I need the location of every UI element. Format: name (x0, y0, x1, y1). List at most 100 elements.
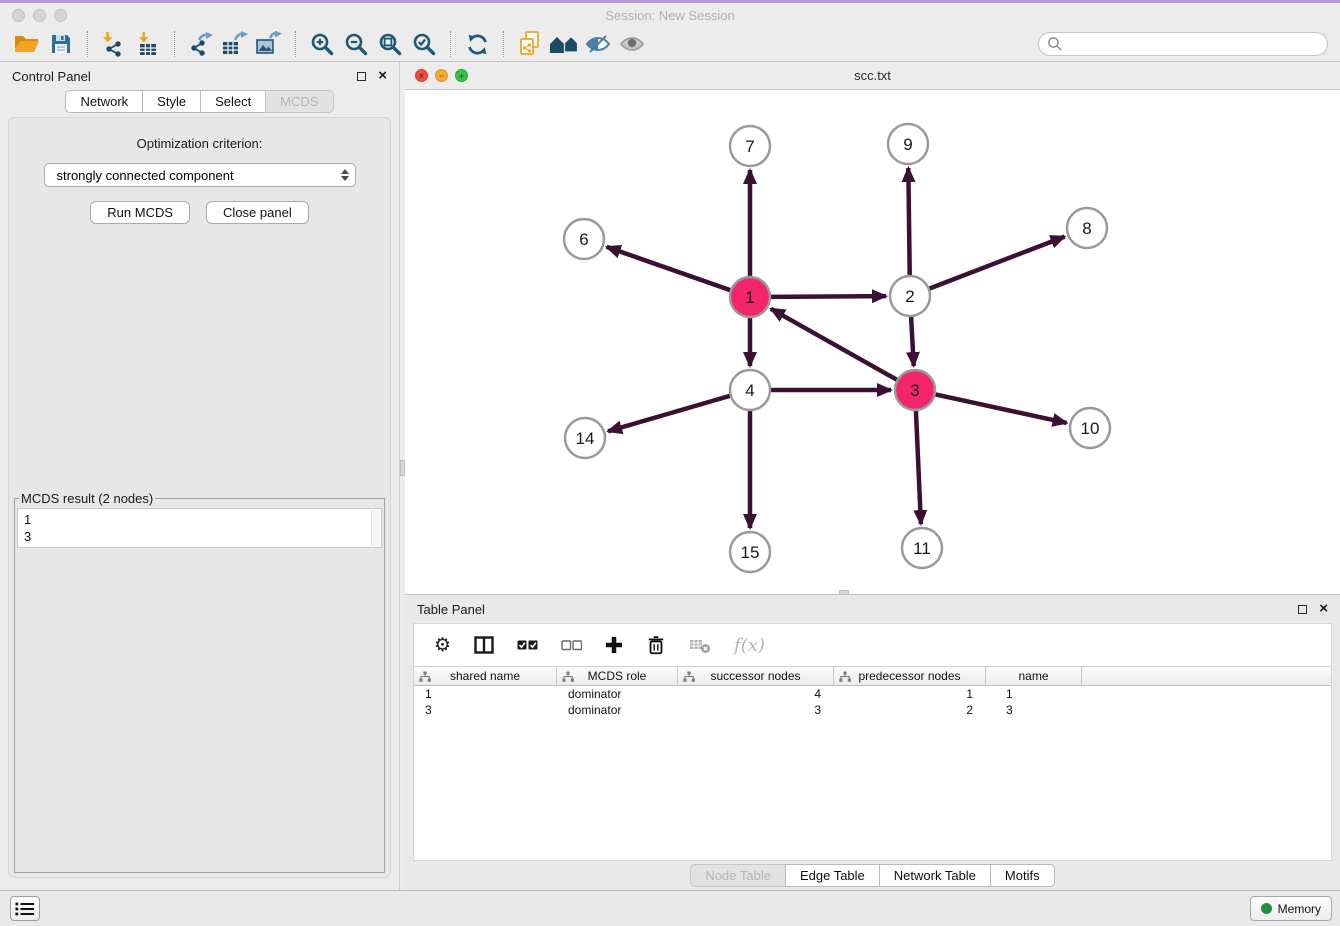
application-window: Session: New Session (0, 0, 1340, 926)
graph-node-11[interactable]: 11 (902, 528, 942, 568)
table-row[interactable]: 3dominator323 (414, 702, 1331, 718)
table-row[interactable]: 1dominator411 (414, 686, 1331, 702)
column-header-name[interactable]: name (986, 667, 1082, 685)
graph-node-2[interactable]: 2 (890, 276, 930, 316)
close-window-button[interactable] (12, 9, 25, 22)
graph-node-7[interactable]: 7 (730, 126, 770, 166)
control-panel-tabs: NetworkStyleSelectMCDS (0, 90, 399, 113)
mcds-result-box[interactable]: 1 3 (17, 508, 382, 548)
table-cell: 3 (986, 702, 1082, 718)
show-columns-button[interactable] (474, 636, 494, 654)
close-panel-button[interactable]: Close panel (206, 201, 309, 224)
select-all-button[interactable] (517, 638, 538, 652)
minimize-window-button[interactable] (33, 9, 46, 22)
graph-node-3[interactable]: 3 (895, 370, 935, 410)
graph-edge-3-1[interactable] (771, 309, 897, 380)
graph-edge-2-8[interactable] (930, 237, 1065, 289)
status-bar: Memory (0, 890, 1340, 926)
graph-node-1[interactable]: 1 (730, 277, 770, 317)
network-file-manager-button[interactable] (513, 29, 547, 59)
export-network-button[interactable] (184, 29, 218, 59)
export-table-button[interactable] (218, 29, 252, 59)
delete-column-button[interactable] (646, 635, 666, 656)
tab-mcds[interactable]: MCDS (265, 90, 333, 113)
task-history-button[interactable] (10, 896, 40, 921)
column-header-predecessor-nodes[interactable]: predecessor nodes (834, 667, 986, 685)
graph-edge-2-9[interactable] (908, 168, 909, 275)
eye-icon (619, 32, 645, 56)
graph-edge-3-10[interactable] (936, 394, 1067, 422)
function-builder-button[interactable]: f(x) (734, 635, 765, 656)
table-toolbar: ⚙ (414, 624, 1331, 666)
import-table-button[interactable] (131, 29, 165, 59)
network-graph: 1 2 3 4 6 7 8 9 10 11 14 15 (405, 90, 1340, 594)
deselect-all-button[interactable] (561, 638, 582, 652)
column-header-shared-name[interactable]: shared name (414, 667, 557, 685)
network-minimize-button[interactable]: − (435, 69, 448, 82)
svg-text:11: 11 (913, 539, 931, 558)
add-column-button[interactable] (605, 636, 623, 654)
delete-table-button[interactable] (689, 636, 711, 654)
save-session-button[interactable] (44, 29, 78, 59)
table-settings-button[interactable]: ⚙ (434, 636, 451, 655)
window-title: Session: New Session (0, 8, 1340, 23)
column-header-successor-nodes[interactable]: successor nodes (678, 667, 834, 685)
column-type-icon (562, 671, 574, 683)
graph-edge-1-2[interactable] (771, 296, 886, 297)
checked-boxes-icon (517, 638, 538, 652)
mcds-panel: Optimization criterion: strongly connect… (8, 117, 391, 878)
delete-table-icon (689, 636, 711, 654)
toolbar-separator (450, 31, 451, 57)
show-panel-button[interactable] (615, 29, 649, 59)
memory-button[interactable]: Memory (1250, 896, 1332, 921)
float-table-panel-icon[interactable] (1298, 605, 1307, 614)
tab-select[interactable]: Select (200, 90, 266, 113)
column-header-mcds-role[interactable]: MCDS role (557, 667, 678, 685)
table-tab-motifs[interactable]: Motifs (990, 864, 1055, 887)
table-header-row: shared nameMCDS rolesuccessor nodesprede… (414, 666, 1331, 686)
zoom-fit-button[interactable] (373, 29, 407, 59)
table-tab-node-table[interactable]: Node Table (690, 864, 786, 887)
criterion-dropdown[interactable]: strongly connected component (44, 163, 356, 187)
tab-style[interactable]: Style (142, 90, 201, 113)
close-panel-icon[interactable]: × (378, 71, 387, 81)
open-session-button[interactable] (10, 29, 44, 59)
svg-text:15: 15 (741, 543, 760, 562)
tab-network[interactable]: Network (65, 90, 143, 113)
import-network-button[interactable] (97, 29, 131, 59)
graph-edge-1-6[interactable] (607, 247, 731, 290)
table-tab-network-table[interactable]: Network Table (879, 864, 991, 887)
float-panel-icon[interactable] (357, 72, 366, 81)
right-area: × − + scc.txt 1234678910111415 Table Pan… (405, 62, 1340, 890)
export-image-button[interactable] (252, 29, 286, 59)
maximize-window-button[interactable] (54, 9, 67, 22)
graph-node-14[interactable]: 14 (565, 418, 605, 458)
zoom-out-button[interactable] (339, 29, 373, 59)
graph-edge-2-3[interactable] (911, 317, 914, 366)
graph-node-10[interactable]: 10 (1070, 408, 1110, 448)
search-input[interactable] (1038, 32, 1328, 56)
network-close-button[interactable]: × (415, 69, 428, 82)
refresh-view-button[interactable] (460, 29, 494, 59)
network-maximize-button[interactable]: + (455, 69, 468, 82)
svg-text:4: 4 (745, 381, 754, 400)
zoom-in-button[interactable] (305, 29, 339, 59)
close-table-panel-icon[interactable]: × (1319, 604, 1328, 614)
graph-node-9[interactable]: 9 (888, 124, 928, 164)
graph-edge-4-14[interactable] (608, 396, 730, 431)
graph-edge-3-11[interactable] (916, 411, 921, 524)
hide-panel-button[interactable] (581, 29, 615, 59)
table-cell: 1 (834, 686, 986, 702)
svg-text:6: 6 (579, 230, 588, 249)
run-mcds-button[interactable]: Run MCDS (90, 201, 190, 224)
graph-node-8[interactable]: 8 (1067, 208, 1107, 248)
graph-node-15[interactable]: 15 (730, 532, 770, 572)
network-canvas[interactable]: 1 2 3 4 6 7 8 9 10 11 14 15 (405, 90, 1340, 594)
home-networks-button[interactable] (547, 29, 581, 59)
table-tab-edge-table[interactable]: Edge Table (785, 864, 880, 887)
result-scrollbar[interactable] (371, 510, 380, 546)
graph-node-4[interactable]: 4 (730, 370, 770, 410)
plus-icon (605, 636, 623, 654)
graph-node-6[interactable]: 6 (564, 219, 604, 259)
zoom-selected-button[interactable] (407, 29, 441, 59)
